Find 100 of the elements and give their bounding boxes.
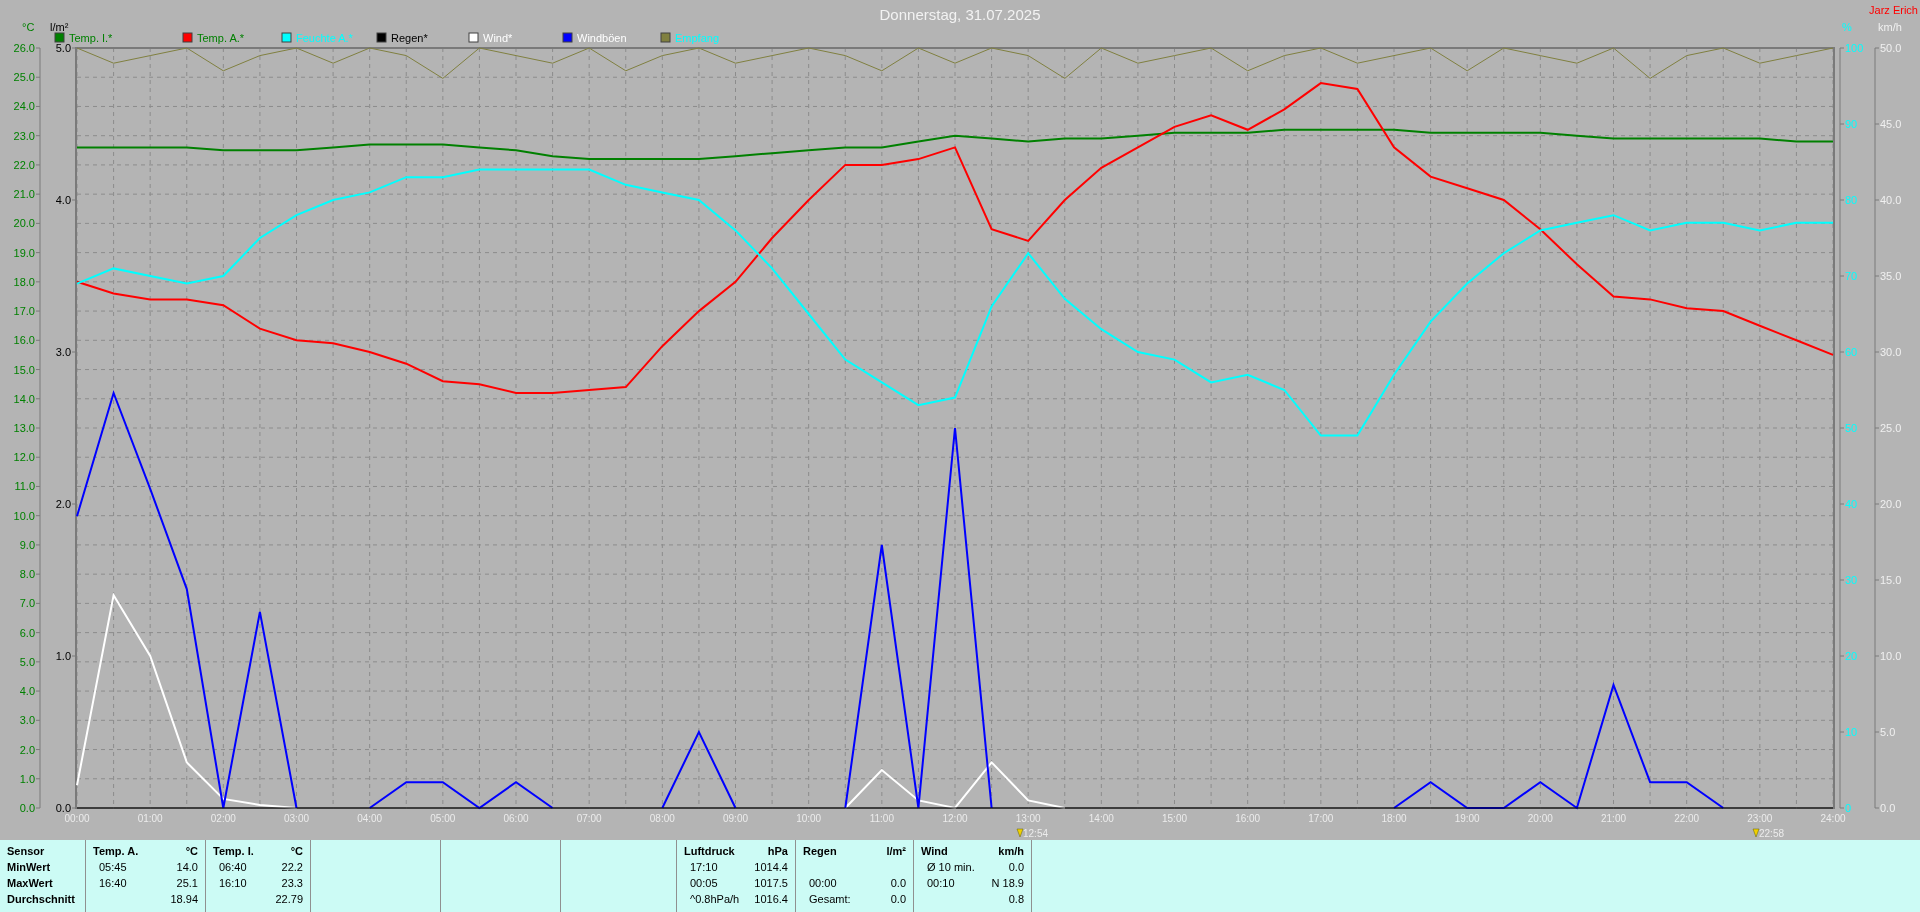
axis-label: 6.0 bbox=[19, 626, 35, 639]
axis-label: 5.0 bbox=[55, 42, 71, 54]
axis-label: 14:00 bbox=[1088, 813, 1114, 824]
row-header: Sensor bbox=[7, 844, 46, 859]
axis-label: 03:00 bbox=[284, 813, 309, 824]
axis-label: 20.0 bbox=[13, 217, 35, 230]
axis-label: 1.0 bbox=[19, 772, 35, 785]
table-cell-text: 0.0 bbox=[890, 892, 906, 907]
table-cell-text: N 18.9 bbox=[991, 876, 1024, 891]
axis-label: 10.0 bbox=[1880, 650, 1902, 662]
column-unit: l/m² bbox=[886, 844, 906, 859]
axis-label: 30.0 bbox=[1880, 346, 1902, 358]
axis-label: 7.0 bbox=[19, 597, 35, 610]
axis-label: 10 bbox=[1845, 726, 1858, 738]
legend-label: Wind* bbox=[483, 32, 513, 44]
axis-label: 0.0 bbox=[19, 802, 35, 814]
axis-label: 50.0 bbox=[1880, 42, 1902, 54]
row-header: MinWert bbox=[7, 860, 52, 875]
axis-label: 90 bbox=[1845, 118, 1858, 130]
axis-label: 18.0 bbox=[13, 275, 35, 288]
table-cell-text: 23.3 bbox=[281, 876, 303, 891]
axis-label: 15.0 bbox=[1880, 574, 1902, 586]
column-header: Wind bbox=[921, 844, 948, 859]
axis-label: 50 bbox=[1845, 422, 1858, 434]
chart-title: Donnerstag, 31.07.2025 bbox=[879, 6, 1041, 24]
legend-label: Empfang bbox=[675, 32, 720, 44]
axis-label: 25.0 bbox=[1880, 422, 1902, 434]
axis-label: 23:00 bbox=[1747, 813, 1773, 824]
axis-label: 04:00 bbox=[357, 813, 383, 824]
axis-label: 5.0 bbox=[1880, 726, 1896, 738]
legend-label: Temp. A.* bbox=[197, 32, 245, 44]
table-cell-text: 0.0 bbox=[890, 876, 906, 891]
axis-label: 26.0 bbox=[13, 42, 35, 54]
axis-label: 15.0 bbox=[13, 363, 35, 376]
axis-label: 80 bbox=[1845, 194, 1858, 206]
table-cell-text: 00:00 bbox=[809, 876, 837, 891]
legend-label: Windböen bbox=[577, 32, 627, 44]
table-cell-text: 16:40 bbox=[99, 876, 127, 891]
table-cell-text: ^0.8hPa/h bbox=[690, 892, 740, 907]
table-cell-text: 0.0 bbox=[1008, 860, 1024, 875]
axis-label: 19.0 bbox=[13, 246, 35, 259]
table-cell-text: 14.0 bbox=[176, 860, 198, 875]
row-header: MaxWert bbox=[7, 876, 54, 891]
table-cell-text: 00:10 bbox=[927, 876, 955, 891]
marker-icon bbox=[1752, 828, 1760, 838]
axis-label: 24.0 bbox=[13, 100, 35, 113]
column-header: Regen bbox=[803, 844, 837, 859]
axis-label: 2.0 bbox=[55, 498, 71, 510]
axis-unit: °C bbox=[22, 21, 35, 33]
axis-label: 10.0 bbox=[13, 509, 35, 522]
axis-unit: l/m² bbox=[50, 21, 69, 33]
table-cell-text: 16:10 bbox=[219, 876, 247, 891]
table-cell-text: 1016.4 bbox=[754, 892, 788, 907]
axis-label: 13.0 bbox=[13, 422, 35, 434]
legend-label: Regen* bbox=[391, 32, 428, 44]
axis-label: 40 bbox=[1845, 498, 1858, 510]
axis-label: 20 bbox=[1845, 650, 1858, 662]
axis-unit: % bbox=[1842, 21, 1852, 33]
axis-label: 60 bbox=[1845, 346, 1858, 358]
axis-label: 20.0 bbox=[1880, 498, 1902, 510]
axis-label: 3.0 bbox=[19, 714, 35, 727]
table-cell-text: 06:40 bbox=[219, 860, 247, 875]
table-cell-text: 1017.5 bbox=[754, 876, 788, 891]
axis-label: 14.0 bbox=[13, 392, 35, 405]
axis-label: 5.0 bbox=[19, 655, 35, 668]
column-unit: °C bbox=[185, 844, 198, 859]
axis-label: 35.0 bbox=[1880, 270, 1902, 282]
table-cell-text: Gesamt: bbox=[809, 892, 851, 907]
table-cell-text: 25.1 bbox=[176, 876, 198, 891]
axis-label: 1.0 bbox=[55, 650, 71, 662]
axis-label: 0.0 bbox=[1880, 802, 1896, 814]
axis-label: 23.0 bbox=[13, 129, 35, 142]
axis-label: 8.0 bbox=[19, 568, 35, 581]
author-name: Jarz Erich bbox=[1869, 4, 1918, 17]
axis-label: 17.0 bbox=[13, 305, 35, 318]
column-unit: km/h bbox=[998, 844, 1024, 859]
axis-label: 0.0 bbox=[55, 802, 71, 814]
axis-label: 9.0 bbox=[19, 538, 35, 551]
table-cell-text: 05:45 bbox=[99, 860, 127, 875]
table-cell-text: 22.2 bbox=[281, 860, 303, 875]
legend-label: Temp. I.* bbox=[69, 32, 113, 44]
axis-label: 70 bbox=[1845, 270, 1858, 282]
column-unit: hPa bbox=[767, 844, 788, 859]
axis-label: 12.0 bbox=[13, 451, 35, 464]
axis-label: 0 bbox=[1845, 802, 1852, 814]
axis-label: 4.0 bbox=[55, 194, 71, 206]
axis-label: 100 bbox=[1845, 42, 1864, 54]
table-cell-text: 22.79 bbox=[275, 892, 303, 907]
marker-time: 12:54 bbox=[1023, 828, 1049, 839]
axis-label: 11.0 bbox=[14, 480, 35, 493]
axis-label: 24:00 bbox=[1820, 813, 1846, 824]
marker-icon bbox=[1016, 828, 1024, 838]
axis-label: 40.0 bbox=[1880, 194, 1902, 206]
axis-label: 16.0 bbox=[13, 334, 35, 347]
axis-label: 30 bbox=[1845, 574, 1858, 586]
column-header: Luftdruck bbox=[684, 844, 735, 859]
column-header: Temp. I. bbox=[213, 844, 254, 859]
table-cell-text: 18.94 bbox=[170, 892, 198, 907]
axis-label: 2.0 bbox=[19, 743, 35, 756]
axis-label: 22.0 bbox=[13, 158, 35, 171]
